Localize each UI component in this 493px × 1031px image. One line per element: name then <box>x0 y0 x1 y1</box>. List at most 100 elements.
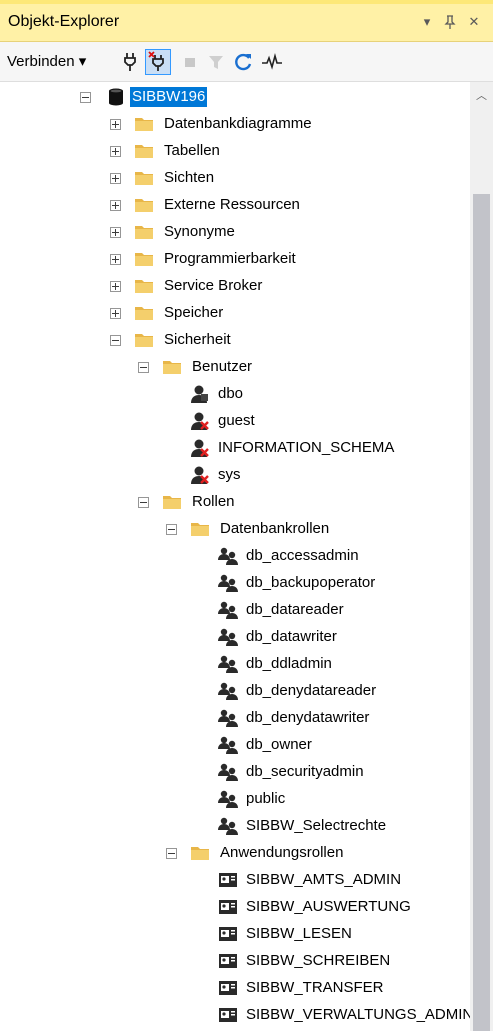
tree-node-label: db_datawriter <box>246 628 337 645</box>
activity-monitor-icon[interactable] <box>260 50 284 74</box>
tree-node-db-role[interactable]: db_denydatawriter <box>0 705 470 731</box>
tree-node-server[interactable]: SIBBW196 <box>0 84 470 110</box>
tree-node-db-role[interactable]: db_ddladmin <box>0 651 470 677</box>
stop-icon[interactable] <box>178 50 202 74</box>
tree-node-label: SIBBW_AMTS_ADMIN <box>246 871 402 888</box>
tree-node-folder[interactable]: Programmierbarkeit <box>0 246 470 272</box>
disabled-user-icon <box>190 465 210 485</box>
folder-icon <box>134 249 154 269</box>
folder-icon <box>134 114 154 134</box>
tree-node-user[interactable]: dbo <box>0 381 470 407</box>
folder-icon <box>134 195 154 215</box>
tree-node-db-role[interactable]: db_backupoperator <box>0 570 470 596</box>
tree-node-app-roles-folder[interactable]: Anwendungsrollen <box>0 840 470 866</box>
role-group-icon <box>218 762 238 782</box>
tree-node-label: SIBBW_AUSWERTUNG <box>246 898 411 915</box>
tree-node-label: INFORMATION_SCHEMA <box>218 439 395 456</box>
tree-node-label: guest <box>218 412 255 429</box>
collapse-toggle[interactable] <box>110 335 121 346</box>
folder-icon <box>162 492 182 512</box>
expand-toggle[interactable] <box>110 146 121 157</box>
close-icon[interactable]: ✕ <box>465 10 483 34</box>
tree-node-folder[interactable]: Speicher <box>0 300 470 326</box>
tree-node-folder[interactable]: Service Broker <box>0 273 470 299</box>
tree-node-label: Datenbankrollen <box>220 520 330 537</box>
folder-icon <box>134 330 154 350</box>
application-role-icon <box>218 951 238 971</box>
tree-node-label: SIBBW_SCHREIBEN <box>246 952 391 969</box>
tree-node-db-role[interactable]: db_owner <box>0 732 470 758</box>
tree-node-label: SIBBW_LESEN <box>246 925 352 942</box>
tree-node-db-role[interactable]: db_datawriter <box>0 624 470 650</box>
expand-toggle[interactable] <box>110 173 121 184</box>
tree-node-app-role[interactable]: SIBBW_LESEN <box>0 921 470 947</box>
toolbar: Verbinden ▾ <box>0 42 493 82</box>
filter-icon[interactable] <box>204 50 228 74</box>
scroll-up-arrow-icon[interactable]: ︿ <box>470 86 493 106</box>
scrollbar-thumb[interactable] <box>473 194 490 1031</box>
expand-toggle[interactable] <box>110 227 121 238</box>
expand-toggle[interactable] <box>110 254 121 265</box>
tree-node-db-role[interactable]: db_accessadmin <box>0 543 470 569</box>
tree-node-user[interactable]: guest <box>0 408 470 434</box>
tree-node-folder[interactable]: Externe Ressourcen <box>0 192 470 218</box>
application-role-icon <box>218 978 238 998</box>
tree-node-folder[interactable]: Synonyme <box>0 219 470 245</box>
application-role-icon <box>218 897 238 917</box>
tree-node-app-role[interactable]: SIBBW_AUSWERTUNG <box>0 894 470 920</box>
role-group-icon <box>218 627 238 647</box>
tree-node-db-role[interactable]: public <box>0 786 470 812</box>
collapse-toggle[interactable] <box>138 362 149 373</box>
expand-toggle[interactable] <box>110 281 121 292</box>
tree-node-security[interactable]: Sicherheit <box>0 327 470 353</box>
tree-node-folder[interactable]: Sichten <box>0 165 470 191</box>
folder-icon <box>134 222 154 242</box>
tree-node-label: db_backupoperator <box>246 574 376 591</box>
panel-title: Objekt-Explorer <box>8 13 120 30</box>
collapse-toggle[interactable] <box>166 848 177 859</box>
tree-node-app-role[interactable]: SIBBW_AMTS_ADMIN <box>0 867 470 893</box>
expand-toggle[interactable] <box>110 308 121 319</box>
role-group-icon <box>218 816 238 836</box>
tree-node-label: Externe Ressourcen <box>164 196 300 213</box>
tree-node-label: SIBBW_Selectrechte <box>246 817 387 834</box>
tree-node-label: Rollen <box>192 493 235 510</box>
tree-node-users-folder[interactable]: Benutzer <box>0 354 470 380</box>
collapse-toggle[interactable] <box>166 524 177 535</box>
tree-node-label: Anwendungsrollen <box>220 844 344 861</box>
role-group-icon <box>218 573 238 593</box>
tree-node-db-role[interactable]: db_datareader <box>0 597 470 623</box>
refresh-icon[interactable] <box>232 50 256 74</box>
tree-node-db-role[interactable]: SIBBW_Selectrechte <box>0 813 470 839</box>
folder-icon <box>190 519 210 539</box>
tree-node-db-role[interactable]: db_securityadmin <box>0 759 470 785</box>
expand-toggle[interactable] <box>110 119 121 130</box>
tree-node-label: db_denydatareader <box>246 682 377 699</box>
tree-node-app-role[interactable]: SIBBW_VERWALTUNGS_ADMIN <box>0 1002 470 1028</box>
vertical-scrollbar[interactable]: ︿ <box>470 82 493 1031</box>
collapse-toggle[interactable] <box>80 92 91 103</box>
tree-node-app-role[interactable]: SIBBW_TRANSFER <box>0 975 470 1001</box>
tree-node-label: Datenbankdiagramme <box>164 115 312 132</box>
panel-titlebar: Objekt-Explorer ▾ ✕ <box>0 4 493 42</box>
disconnect-plug-icon[interactable] <box>145 49 171 75</box>
tree-node-folder[interactable]: Tabellen <box>0 138 470 164</box>
tree-node-label: SIBBW196 <box>130 87 208 107</box>
tree-node-roles-folder[interactable]: Rollen <box>0 489 470 515</box>
tree-node-user[interactable]: INFORMATION_SCHEMA <box>0 435 470 461</box>
application-role-icon <box>218 870 238 890</box>
pin-icon[interactable] <box>441 10 459 34</box>
tree-node-db-role[interactable]: db_denydatareader <box>0 678 470 704</box>
tree-node-db-roles-folder[interactable]: Datenbankrollen <box>0 516 470 542</box>
expand-toggle[interactable] <box>110 200 121 211</box>
connect-plug-icon[interactable] <box>118 50 142 74</box>
tree-node-label: public <box>246 790 286 807</box>
connect-dropdown-button[interactable]: Verbinden ▾ <box>7 52 86 70</box>
tree-node-user[interactable]: sys <box>0 462 470 488</box>
object-explorer-tree: SIBBW196 Datenbankdiagramme Tabellen Sic… <box>0 82 470 1031</box>
collapse-toggle[interactable] <box>138 497 149 508</box>
role-group-icon <box>218 708 238 728</box>
window-position-dropdown-icon[interactable]: ▾ <box>418 10 436 34</box>
tree-node-folder[interactable]: Datenbankdiagramme <box>0 111 470 137</box>
tree-node-app-role[interactable]: SIBBW_SCHREIBEN <box>0 948 470 974</box>
